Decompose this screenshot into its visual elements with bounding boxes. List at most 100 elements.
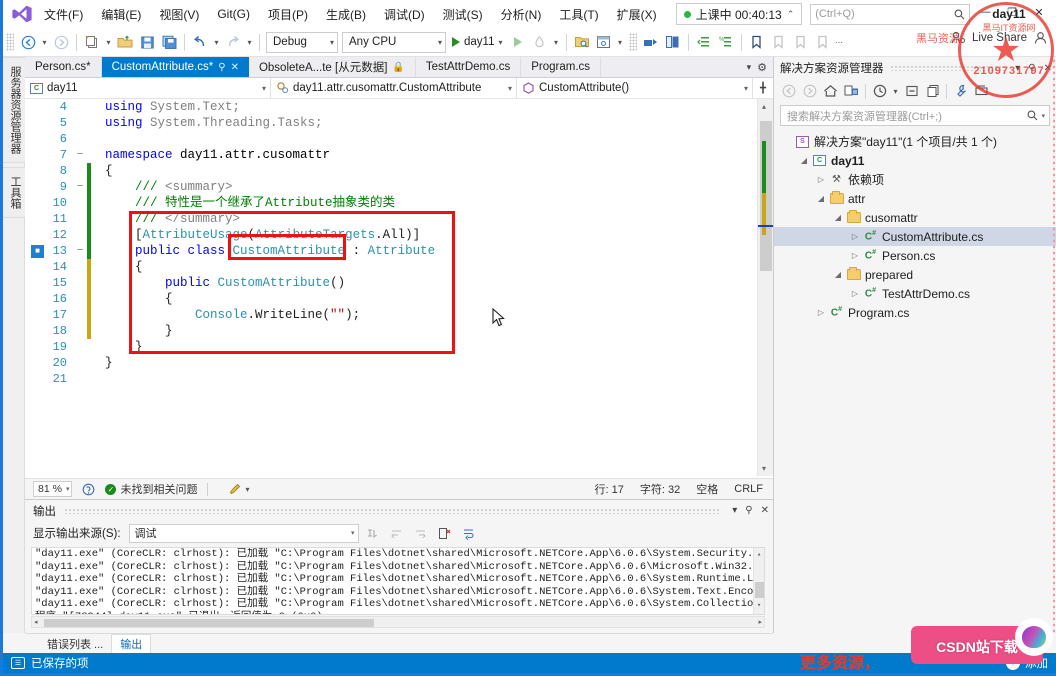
class-session-indicator[interactable]: 上课中 00:40:13 ⌃: [675, 3, 803, 25]
scrollbar-thumb-horizontal[interactable]: [44, 619, 374, 627]
tree-item-program.cs[interactable]: ▷ C# Program.cs: [774, 303, 1056, 322]
tree-item-prepared[interactable]: ◢ prepared: [774, 265, 1056, 284]
collapse-all-icon[interactable]: [901, 81, 922, 102]
tree-item--day11-1-1-[interactable]: S 解决方案"day11"(1 个项目/共 1 个): [774, 132, 1056, 151]
code-cleanup-button[interactable]: ▾: [228, 483, 249, 496]
redo-dropdown[interactable]: ▾: [244, 38, 255, 47]
indent-decrease-button[interactable]: [693, 31, 715, 53]
expanded-triangle-icon[interactable]: ◢: [831, 213, 845, 222]
chevron-down-icon[interactable]: ▾: [1011, 63, 1024, 74]
fold-toggle-icon[interactable]: −: [73, 243, 87, 259]
home-icon[interactable]: [820, 81, 841, 102]
window-layout-dropdown[interactable]: ▾: [615, 38, 626, 47]
close-icon[interactable]: ✕: [231, 62, 239, 73]
scroll-left-arrow-icon[interactable]: ◂: [34, 618, 38, 626]
preview-icon[interactable]: [971, 81, 992, 102]
code-line[interactable]: 12 [AttributeUsage(AttributeTargets.All)…: [25, 227, 435, 243]
arrow-back-icon[interactable]: [778, 81, 799, 102]
tree-item--[interactable]: ▷ ⚒ 依赖项: [774, 170, 1056, 189]
sync-with-active-document-icon[interactable]: [841, 81, 862, 102]
menu-git[interactable]: Git(G): [208, 3, 259, 25]
bottom-tab-error-list[interactable]: 错误列表 ...: [39, 634, 111, 653]
editor-tab-testattrdemo[interactable]: TestAttrDemo.cs: [415, 57, 522, 77]
arrow-up-circle-icon[interactable]: ↑: [1006, 656, 1020, 670]
fold-toggle-icon[interactable]: −: [73, 147, 87, 163]
code-line[interactable]: 10 /// 特性是一个继承了Attribute抽象类的类: [25, 195, 435, 211]
find-message-icon[interactable]: [363, 523, 383, 543]
editor-tab-customattribute[interactable]: CustomAttribute.cs* ⚲ ✕: [101, 57, 249, 77]
code-line[interactable]: 7− namespace day11.attr.cusomattr: [25, 147, 435, 163]
chevron-down-icon[interactable]: ▾: [890, 81, 901, 102]
open-folder-button[interactable]: [114, 31, 136, 53]
chevron-down-icon[interactable]: ▾: [1038, 112, 1045, 120]
menu-extensions[interactable]: 扩展(X): [608, 2, 666, 27]
collapsed-triangle-icon[interactable]: ▷: [814, 308, 828, 317]
navbar-member-select[interactable]: CustomAttribute() ▾: [517, 78, 753, 98]
code-line[interactable]: 6: [25, 131, 435, 147]
chevron-down-icon[interactable]: ▾: [62, 485, 70, 493]
start-debug-button[interactable]: day11 ▾: [448, 31, 507, 53]
close-button[interactable]: ✕: [1026, 2, 1052, 22]
toolbar-grip[interactable]: [6, 33, 14, 51]
collapsed-triangle-icon[interactable]: ▷: [848, 251, 862, 260]
comment-selection-button[interactable]: %: [715, 31, 737, 53]
issue-status[interactable]: ✓ 未找到相关问题: [105, 481, 197, 497]
feedback-button[interactable]: [82, 483, 95, 496]
live-share-button[interactable]: Live Share: [951, 31, 1048, 45]
new-project-dropdown[interactable]: ▾: [103, 38, 114, 47]
menu-debug[interactable]: 调试(D): [375, 2, 434, 27]
menu-view[interactable]: 视图(V): [150, 2, 208, 27]
fold-toggle-icon[interactable]: −: [73, 179, 87, 195]
code-line[interactable]: 19 }: [25, 339, 435, 355]
expanded-triangle-icon[interactable]: ◢: [814, 194, 828, 203]
toolbar-grip-2[interactable]: [628, 33, 637, 51]
indentation-indicator[interactable]: 空格: [696, 481, 718, 497]
menu-project[interactable]: 项目(P): [259, 2, 317, 27]
chevron-up-icon[interactable]: ⌃: [787, 9, 795, 20]
tree-item-attr[interactable]: ◢ attr: [774, 189, 1056, 208]
pin-icon[interactable]: ⚲: [218, 62, 225, 73]
minimize-button[interactable]: —: [972, 2, 998, 22]
close-icon[interactable]: ✕: [1040, 63, 1056, 74]
chevron-down-icon[interactable]: ▾: [254, 84, 266, 93]
code-line[interactable]: 15 public CustomAttribute(): [25, 275, 435, 291]
navigate-forward-button[interactable]: [50, 31, 72, 53]
chevron-down-icon[interactable]: ▾: [330, 38, 334, 47]
scroll-down-arrow-icon[interactable]: ▾: [757, 600, 761, 613]
hot-reload-dropdown[interactable]: ▾: [551, 38, 562, 47]
drag-handle[interactable]: [889, 65, 1006, 71]
terminal-button[interactable]: [662, 31, 684, 53]
chevron-down-icon[interactable]: ▾: [498, 38, 502, 47]
drag-handle[interactable]: [64, 507, 721, 514]
output-horizontal-scrollbar[interactable]: ◂ ▸: [31, 616, 765, 628]
expanded-triangle-icon[interactable]: ◢: [797, 156, 811, 165]
scrollbar-thumb[interactable]: [755, 582, 764, 598]
editor-tab-obsolete-attribute[interactable]: ObsoleteA...te [从元数据] 🔒: [248, 57, 416, 77]
gear-icon[interactable]: ⚙: [757, 61, 767, 74]
solution-search-input[interactable]: 搜索解决方案资源管理器(Ctrl+;) ▾: [780, 105, 1050, 126]
output-source-select[interactable]: 调试 ▾: [128, 523, 359, 543]
code-line[interactable]: 16 {: [25, 291, 435, 307]
pin-icon[interactable]: ⚲: [741, 505, 756, 516]
code-line[interactable]: 4 using System.Text;: [25, 99, 435, 115]
menu-tools[interactable]: 工具(T): [550, 2, 607, 27]
code-line[interactable]: 18 }: [25, 323, 435, 339]
tree-item-person.cs[interactable]: ▷ C# Person.cs: [774, 246, 1056, 265]
undo-button[interactable]: [189, 31, 211, 53]
jump-next-icon[interactable]: [411, 523, 431, 543]
code-line[interactable]: 21: [25, 371, 435, 387]
code-line[interactable]: 8{: [25, 163, 435, 179]
add-to-source-control-label[interactable]: 添加: [1025, 655, 1048, 671]
chevron-down-icon[interactable]: ▾: [245, 485, 249, 494]
save-all-button[interactable]: [158, 31, 180, 53]
attach-to-process-button[interactable]: [640, 31, 662, 53]
chevron-down-icon[interactable]: ▾: [438, 38, 442, 47]
code-line[interactable]: 5 using System.Threading.Tasks;: [25, 115, 435, 131]
output-vertical-scrollbar[interactable]: ▴ ▾: [753, 548, 764, 614]
code-line[interactable]: 9− /// <summary>: [25, 179, 435, 195]
new-project-button[interactable]: [81, 31, 103, 53]
code-editor-surface[interactable]: 4 using System.Text; 5 using System.Threadi…: [25, 99, 773, 476]
close-icon[interactable]: ✕: [757, 505, 773, 516]
scroll-up-arrow-icon[interactable]: ▴: [757, 549, 761, 562]
build-configuration-select[interactable]: Debug ▾: [266, 31, 338, 53]
